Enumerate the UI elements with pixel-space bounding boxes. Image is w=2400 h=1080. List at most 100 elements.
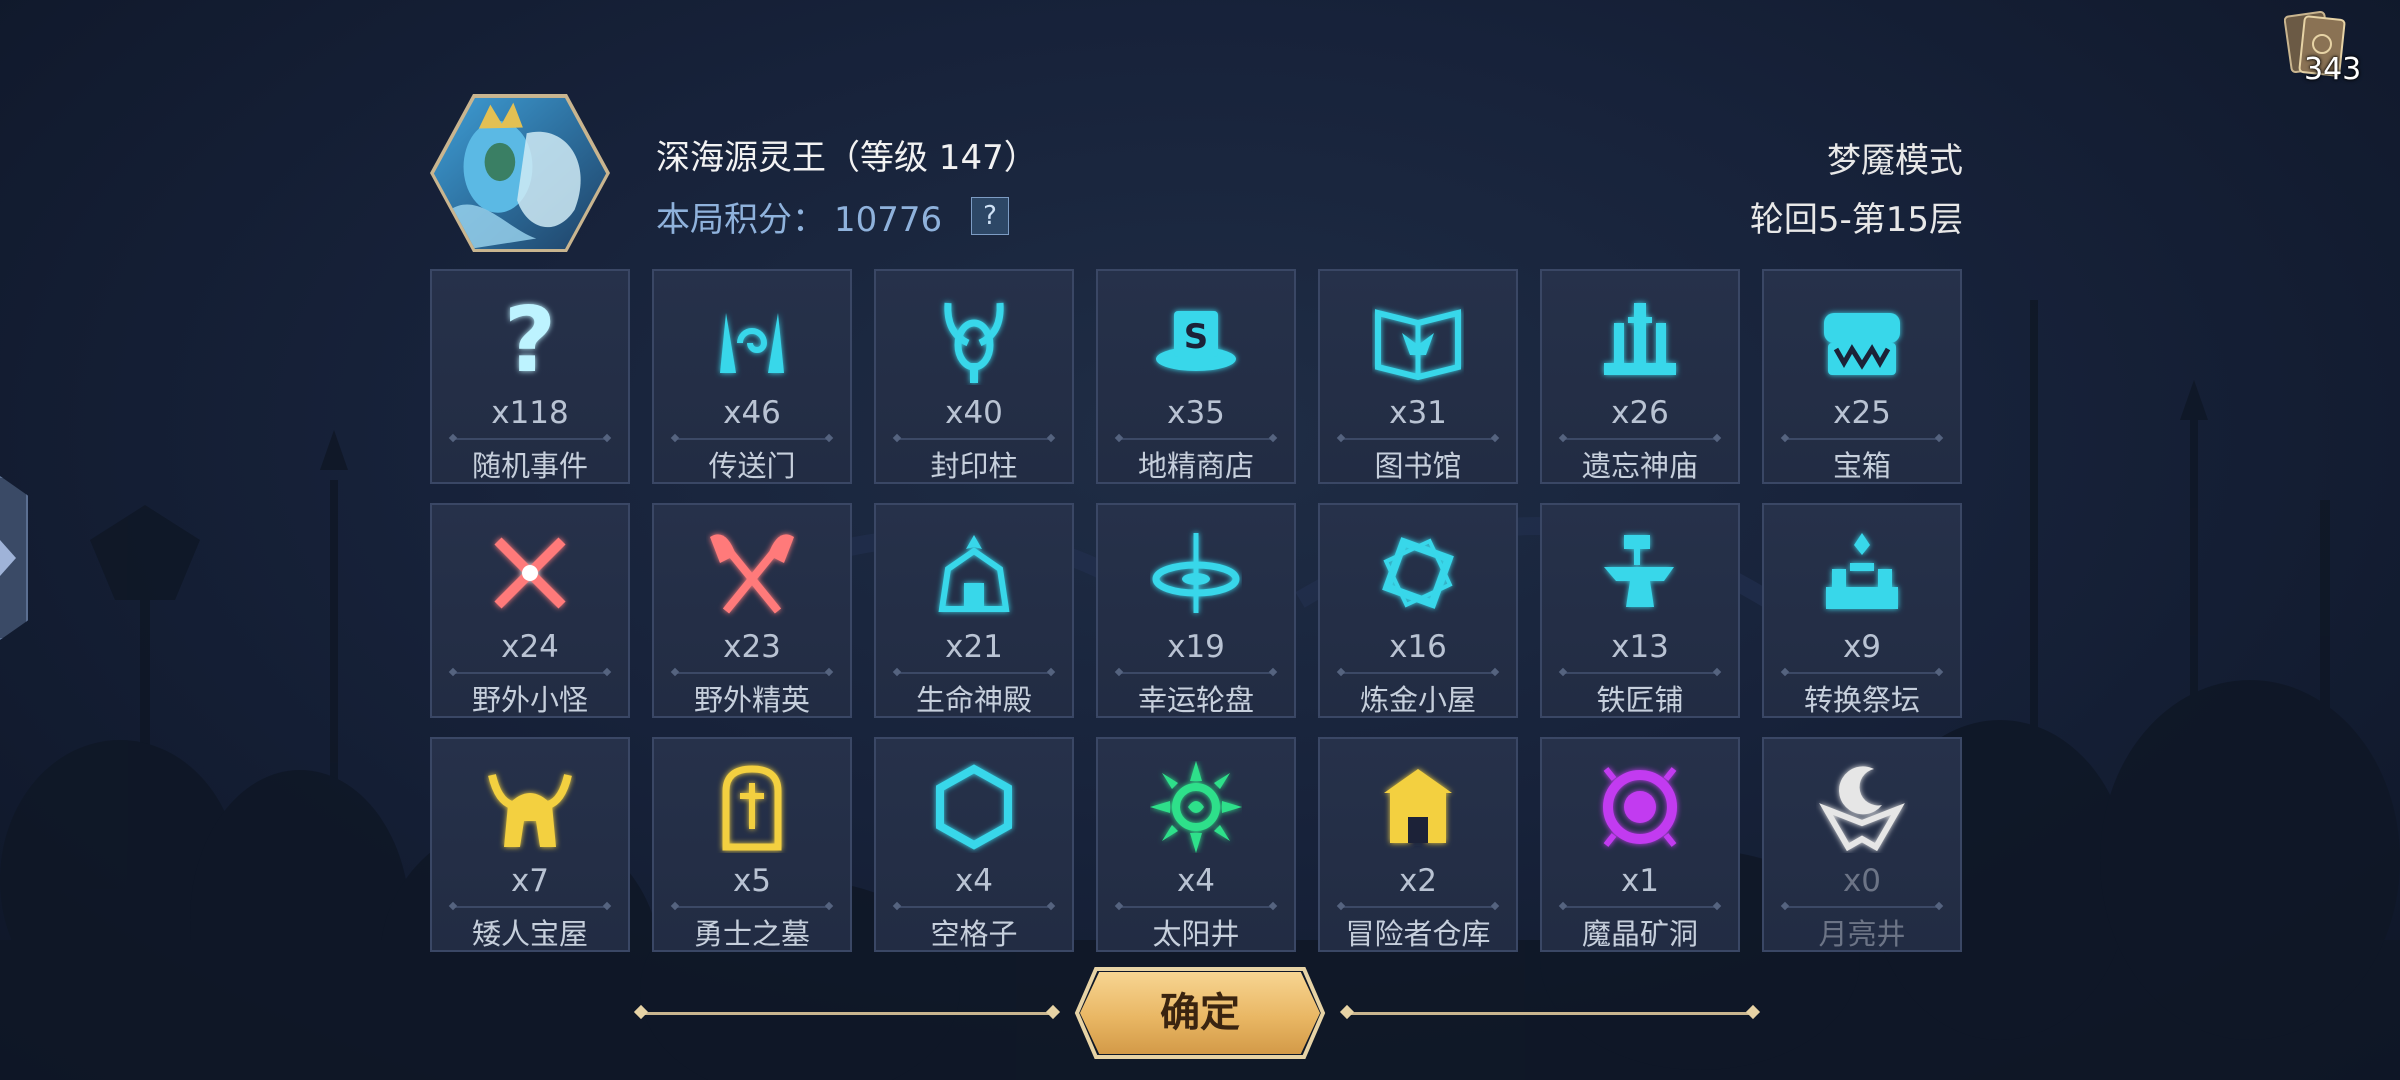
confirm-button[interactable]: 确定 [1080, 972, 1320, 1054]
crystal-mine-icon [1603, 767, 1677, 847]
tile-count: x24 [501, 629, 559, 665]
side-expand-tab[interactable] [0, 476, 28, 640]
tile-count: x118 [491, 395, 569, 431]
tile-name: 封印柱 [930, 449, 1018, 483]
tile-count: x16 [1389, 629, 1447, 665]
tile-name: 随机事件 [471, 449, 588, 483]
anvil-icon [1604, 535, 1674, 607]
divider-left [640, 1012, 1054, 1015]
tile-count: x1 [1620, 863, 1660, 899]
event-tile[interactable]: Sx35 地精商店 [1096, 269, 1296, 484]
tile-separator [896, 672, 1052, 674]
tile-name: 太阳井 [1152, 917, 1240, 951]
tile-name: 月亮井 [1818, 917, 1906, 951]
tile-separator [674, 906, 830, 908]
tile-separator [896, 906, 1052, 908]
tile-separator [452, 438, 608, 440]
tile-count: x19 [1167, 629, 1225, 665]
score-line: 本局积分： 10776 [656, 192, 942, 241]
tile-count: x0 [1842, 863, 1882, 899]
viking-helmet-icon [488, 774, 572, 847]
event-tile[interactable]: x9 转换祭坛 [1762, 503, 1962, 718]
event-tile[interactable]: x23 野外精英 [652, 503, 852, 718]
svg-text:?: ? [504, 293, 556, 385]
tile-name: 图书馆 [1374, 449, 1462, 483]
divider-right [1346, 1012, 1754, 1015]
tile-name: 转换祭坛 [1803, 683, 1920, 717]
tile-separator [1562, 438, 1718, 440]
tile-count: x35 [1167, 395, 1225, 431]
tile-count: x4 [954, 863, 994, 899]
event-tile[interactable]: x46 传送门 [652, 269, 852, 484]
tile-separator [1784, 438, 1940, 440]
wheel-icon [1152, 533, 1240, 613]
tile-name: 幸运轮盘 [1137, 683, 1254, 717]
event-tile[interactable]: x5 勇士之墓 [652, 737, 852, 952]
event-tile[interactable]: x31 图书馆 [1318, 269, 1518, 484]
tile-separator [674, 438, 830, 440]
tile-separator [1340, 438, 1496, 440]
crossed-swords-icon [494, 537, 566, 609]
tile-count: x21 [945, 629, 1003, 665]
life-shrine-icon [938, 535, 1010, 612]
tile-name: 遗忘神庙 [1581, 449, 1698, 483]
event-tile[interactable]: x24 野外小怪 [430, 503, 630, 718]
event-tile[interactable]: x4 空格子 [874, 737, 1074, 952]
svg-text:S: S [1184, 317, 1209, 357]
boss-avatar [430, 94, 610, 252]
event-tile[interactable]: x7 矮人宝屋 [430, 737, 630, 952]
alchemy-icon [1382, 537, 1454, 609]
tile-count: x2 [1398, 863, 1438, 899]
tile-count: x4 [1176, 863, 1216, 899]
tile-name: 生命神殿 [915, 683, 1032, 717]
tile-count: x9 [1842, 629, 1882, 665]
event-tile[interactable]: x1 魔晶矿洞 [1540, 737, 1740, 952]
chevron-right-icon [0, 540, 16, 576]
deck-count: 343 [2304, 52, 2362, 87]
event-tile[interactable]: x25 宝箱 [1762, 269, 1962, 484]
moon-well-icon [1819, 766, 1905, 852]
event-tile[interactable]: x13 铁匠铺 [1540, 503, 1740, 718]
tile-separator [1562, 906, 1718, 908]
tile-count: x31 [1389, 395, 1447, 431]
event-tile[interactable]: x2 冒险者仓库 [1318, 737, 1518, 952]
event-tile[interactable]: ? x118 随机事件 [430, 269, 630, 484]
tile-name: 野外小怪 [471, 683, 588, 717]
tile-name: 传送门 [708, 449, 796, 483]
score-value: 10776 [834, 200, 943, 240]
event-tile[interactable]: x19 幸运轮盘 [1096, 503, 1296, 718]
help-button[interactable]: ? [971, 197, 1009, 235]
altar-icon [1826, 533, 1898, 609]
tile-name: 魔晶矿洞 [1581, 917, 1698, 951]
tile-name: 矮人宝屋 [471, 917, 588, 951]
tile-count: x7 [510, 863, 550, 899]
event-tile[interactable]: x4 太阳井 [1096, 737, 1296, 952]
tile-count: x26 [1611, 395, 1669, 431]
event-tile[interactable]: x0 月亮井 [1762, 737, 1962, 952]
tile-name: 地精商店 [1137, 449, 1254, 483]
warehouse-icon [1384, 769, 1452, 843]
tile-count: x25 [1833, 395, 1891, 431]
tile-separator [674, 672, 830, 674]
goblin-shop-icon: S [1156, 311, 1236, 371]
tile-separator [1784, 906, 1940, 908]
sun-well-icon [1150, 761, 1242, 853]
tile-count: x40 [945, 395, 1003, 431]
mode-name: 梦魇模式 [1827, 141, 1963, 181]
tile-separator [452, 906, 608, 908]
tile-separator [1118, 672, 1274, 674]
confirm-button-wrap: 确定 [1074, 967, 1326, 1059]
chest-icon [1824, 313, 1900, 375]
crossed-axes-icon [710, 534, 794, 614]
tile-name: 宝箱 [1832, 449, 1891, 483]
event-tile[interactable]: x40 封印柱 [874, 269, 1074, 484]
tile-count: x46 [723, 395, 781, 431]
event-tile[interactable]: x21 生命神殿 [874, 503, 1074, 718]
tile-name: 炼金小屋 [1359, 683, 1476, 717]
event-tile[interactable]: x26 遗忘神庙 [1540, 269, 1740, 484]
event-tile[interactable]: x16 炼金小屋 [1318, 503, 1518, 718]
seal-pillar-icon [944, 302, 1004, 383]
tile-separator [1340, 672, 1496, 674]
portal-icon [720, 313, 784, 373]
tile-count: x5 [732, 863, 772, 899]
